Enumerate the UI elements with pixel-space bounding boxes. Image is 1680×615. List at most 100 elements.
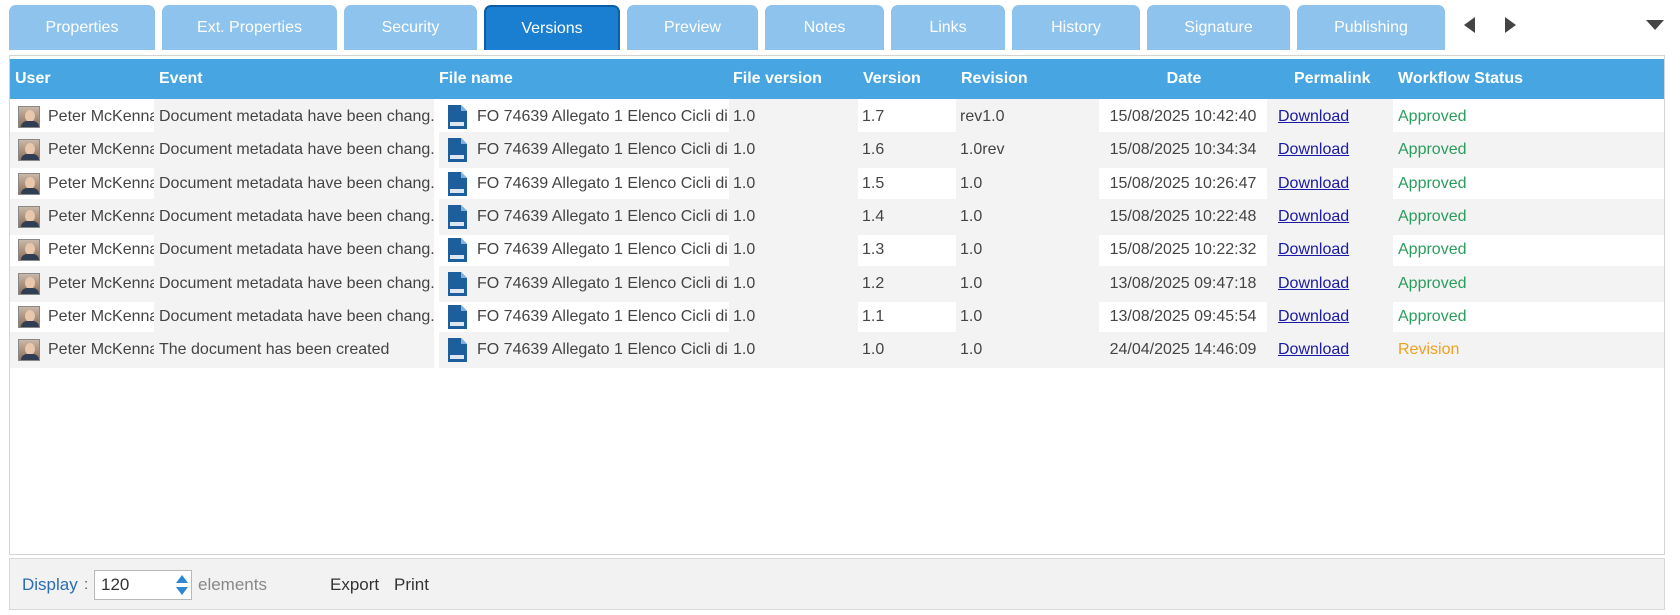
column-header-date[interactable]: Date: [1100, 59, 1268, 99]
event-text: Document metadata have been chang...: [159, 241, 434, 259]
cell-user: Peter McKenna: [10, 265, 154, 302]
date-text: 15/08/2025 10:22:32: [1109, 241, 1257, 259]
cell-file-name: FO 74639 Allegato 1 Elenco Cicli di Tr: [439, 299, 729, 335]
cell-version: 1.3: [858, 232, 956, 268]
docx-file-icon: [448, 338, 467, 363]
cell-date: 15/08/2025 10:34:34: [1099, 132, 1267, 169]
cell-permalink: Download: [1267, 265, 1393, 302]
tab-versions[interactable]: Versions: [484, 5, 620, 50]
cell-workflow-status: Approved: [1393, 265, 1664, 302]
version-text: 1.6: [862, 141, 885, 159]
cell-revision: 1.0: [956, 298, 1099, 335]
download-link[interactable]: Download: [1278, 308, 1349, 325]
docx-file-icon: [448, 271, 467, 296]
file-name-text[interactable]: FO 74639 Allegato 1 Elenco Cicli di Tr: [477, 166, 729, 202]
tab-menu-button[interactable]: [1641, 10, 1669, 40]
cell-file-version: 1.0: [729, 232, 858, 269]
download-link[interactable]: Download: [1278, 175, 1349, 192]
export-button[interactable]: Export: [330, 559, 379, 611]
file-version-text: 1.0: [733, 174, 756, 192]
cell-file-version: 1.0: [729, 165, 858, 202]
file-name-text[interactable]: FO 74639 Allegato 1 Elenco Cicli di Tr: [477, 99, 729, 135]
tab-security[interactable]: Security: [344, 5, 477, 50]
tab-history[interactable]: History: [1012, 5, 1140, 50]
download-link[interactable]: Download: [1278, 275, 1349, 292]
tab-preview[interactable]: Preview: [627, 5, 758, 50]
download-link[interactable]: Download: [1278, 208, 1349, 225]
triangle-right-icon: [1505, 17, 1516, 33]
table-row[interactable]: Peter McKenna The document has been creat…: [10, 332, 1664, 369]
workflow-status-text: Approved: [1398, 241, 1467, 259]
date-text: 13/08/2025 09:45:54: [1109, 307, 1257, 325]
cell-workflow-status: Approved: [1393, 198, 1664, 235]
docx-file-icon: [448, 138, 467, 163]
download-link[interactable]: Download: [1278, 108, 1349, 125]
column-header-file-version[interactable]: File version: [733, 59, 822, 99]
workflow-status-text: Approved: [1398, 307, 1467, 325]
file-name-text[interactable]: FO 74639 Allegato 1 Elenco Cicli di Tr: [477, 132, 729, 168]
download-link[interactable]: Download: [1278, 341, 1349, 358]
event-text: Document metadata have been chang...: [159, 108, 434, 125]
table-row[interactable]: Peter McKenna Document metadata have been…: [10, 265, 1664, 302]
table-row[interactable]: Peter McKenna Document metadata have been…: [10, 198, 1664, 235]
table-row[interactable]: Peter McKenna Document metadata have been…: [10, 232, 1664, 269]
docx-file-icon: [448, 204, 467, 229]
cell-user: Peter McKenna: [10, 232, 154, 268]
workflow-status-text: Approved: [1398, 174, 1467, 192]
tab-properties[interactable]: Properties: [9, 5, 155, 50]
column-header-permalink[interactable]: Permalink: [1294, 59, 1370, 99]
user-avatar-icon: [18, 205, 40, 228]
cell-revision: 1.0: [956, 165, 1099, 202]
column-header-version[interactable]: Version: [863, 59, 921, 99]
file-version-text: 1.0: [733, 241, 756, 259]
file-name-text[interactable]: FO 74639 Allegato 1 Elenco Cicli di Tr: [477, 299, 729, 335]
download-link[interactable]: Download: [1278, 241, 1349, 258]
revision-text: 1.0: [960, 174, 983, 192]
cell-user: Peter McKenna: [10, 166, 154, 202]
workflow-status-text: Approved: [1398, 207, 1467, 225]
table-row[interactable]: Peter McKenna Document metadata have been…: [10, 165, 1664, 202]
cell-version: 1.4: [858, 198, 956, 235]
table-row[interactable]: Peter McKenna Document metadata have been…: [10, 298, 1664, 335]
cell-version: 1.5: [858, 166, 956, 202]
date-text: 24/04/2025 14:46:09: [1109, 341, 1257, 359]
print-button[interactable]: Print: [394, 559, 429, 611]
tab-publishing[interactable]: Publishing: [1297, 5, 1445, 50]
cell-workflow-status: Approved: [1393, 299, 1664, 335]
spin-buttons[interactable]: [175, 573, 189, 597]
grid-header: User Event File name File version Versio…: [10, 59, 1664, 99]
file-name-text[interactable]: FO 74639 Allegato 1 Elenco Cicli di Tr: [477, 266, 729, 302]
user-avatar-icon: [18, 339, 40, 362]
cell-version: 1.0: [858, 332, 956, 369]
user-avatar-icon: [18, 172, 40, 195]
tab-scroll-left-button[interactable]: [1456, 10, 1484, 40]
table-row[interactable]: Peter McKenna Document metadata have been…: [10, 132, 1664, 169]
cell-workflow-status: Approved: [1393, 132, 1664, 169]
page-size-spinner[interactable]: [94, 570, 192, 600]
download-link[interactable]: Download: [1278, 141, 1349, 158]
user-name: Peter McKenna: [48, 241, 154, 259]
cell-file-name: FO 74639 Allegato 1 Elenco Cicli di Tr: [439, 232, 729, 268]
cell-revision: 1.0: [956, 265, 1099, 302]
tab-links[interactable]: Links: [891, 5, 1005, 50]
file-name-text[interactable]: FO 74639 Allegato 1 Elenco Cicli di Tr: [477, 332, 729, 368]
cell-file-version: 1.0: [729, 265, 858, 302]
page-size-input[interactable]: [95, 571, 173, 599]
column-header-revision[interactable]: Revision: [961, 59, 1028, 99]
table-row[interactable]: Peter McKenna Document metadata have been…: [10, 99, 1664, 135]
revision-text: 1.0: [960, 207, 983, 225]
tab-scroll-right-button[interactable]: [1496, 10, 1524, 40]
file-name-text[interactable]: FO 74639 Allegato 1 Elenco Cicli di Tr: [477, 199, 729, 235]
file-name-text[interactable]: FO 74639 Allegato 1 Elenco Cicli di Tr: [477, 232, 729, 268]
column-header-user[interactable]: User: [15, 59, 51, 99]
tab-signature[interactable]: Signature: [1147, 5, 1290, 50]
column-header-workflow-status[interactable]: Workflow Status: [1398, 59, 1523, 99]
tab-ext-properties[interactable]: Ext. Properties: [162, 5, 337, 50]
tab-notes[interactable]: Notes: [765, 5, 884, 50]
column-header-event[interactable]: Event: [159, 59, 203, 99]
date-text: 15/08/2025 10:22:48: [1109, 207, 1257, 225]
spin-up-down-icon[interactable]: [175, 573, 189, 597]
grid-footer: Display : elements Export Print: [9, 558, 1665, 610]
revision-text: 1.0: [960, 341, 983, 359]
column-header-file-name[interactable]: File name: [439, 59, 513, 99]
